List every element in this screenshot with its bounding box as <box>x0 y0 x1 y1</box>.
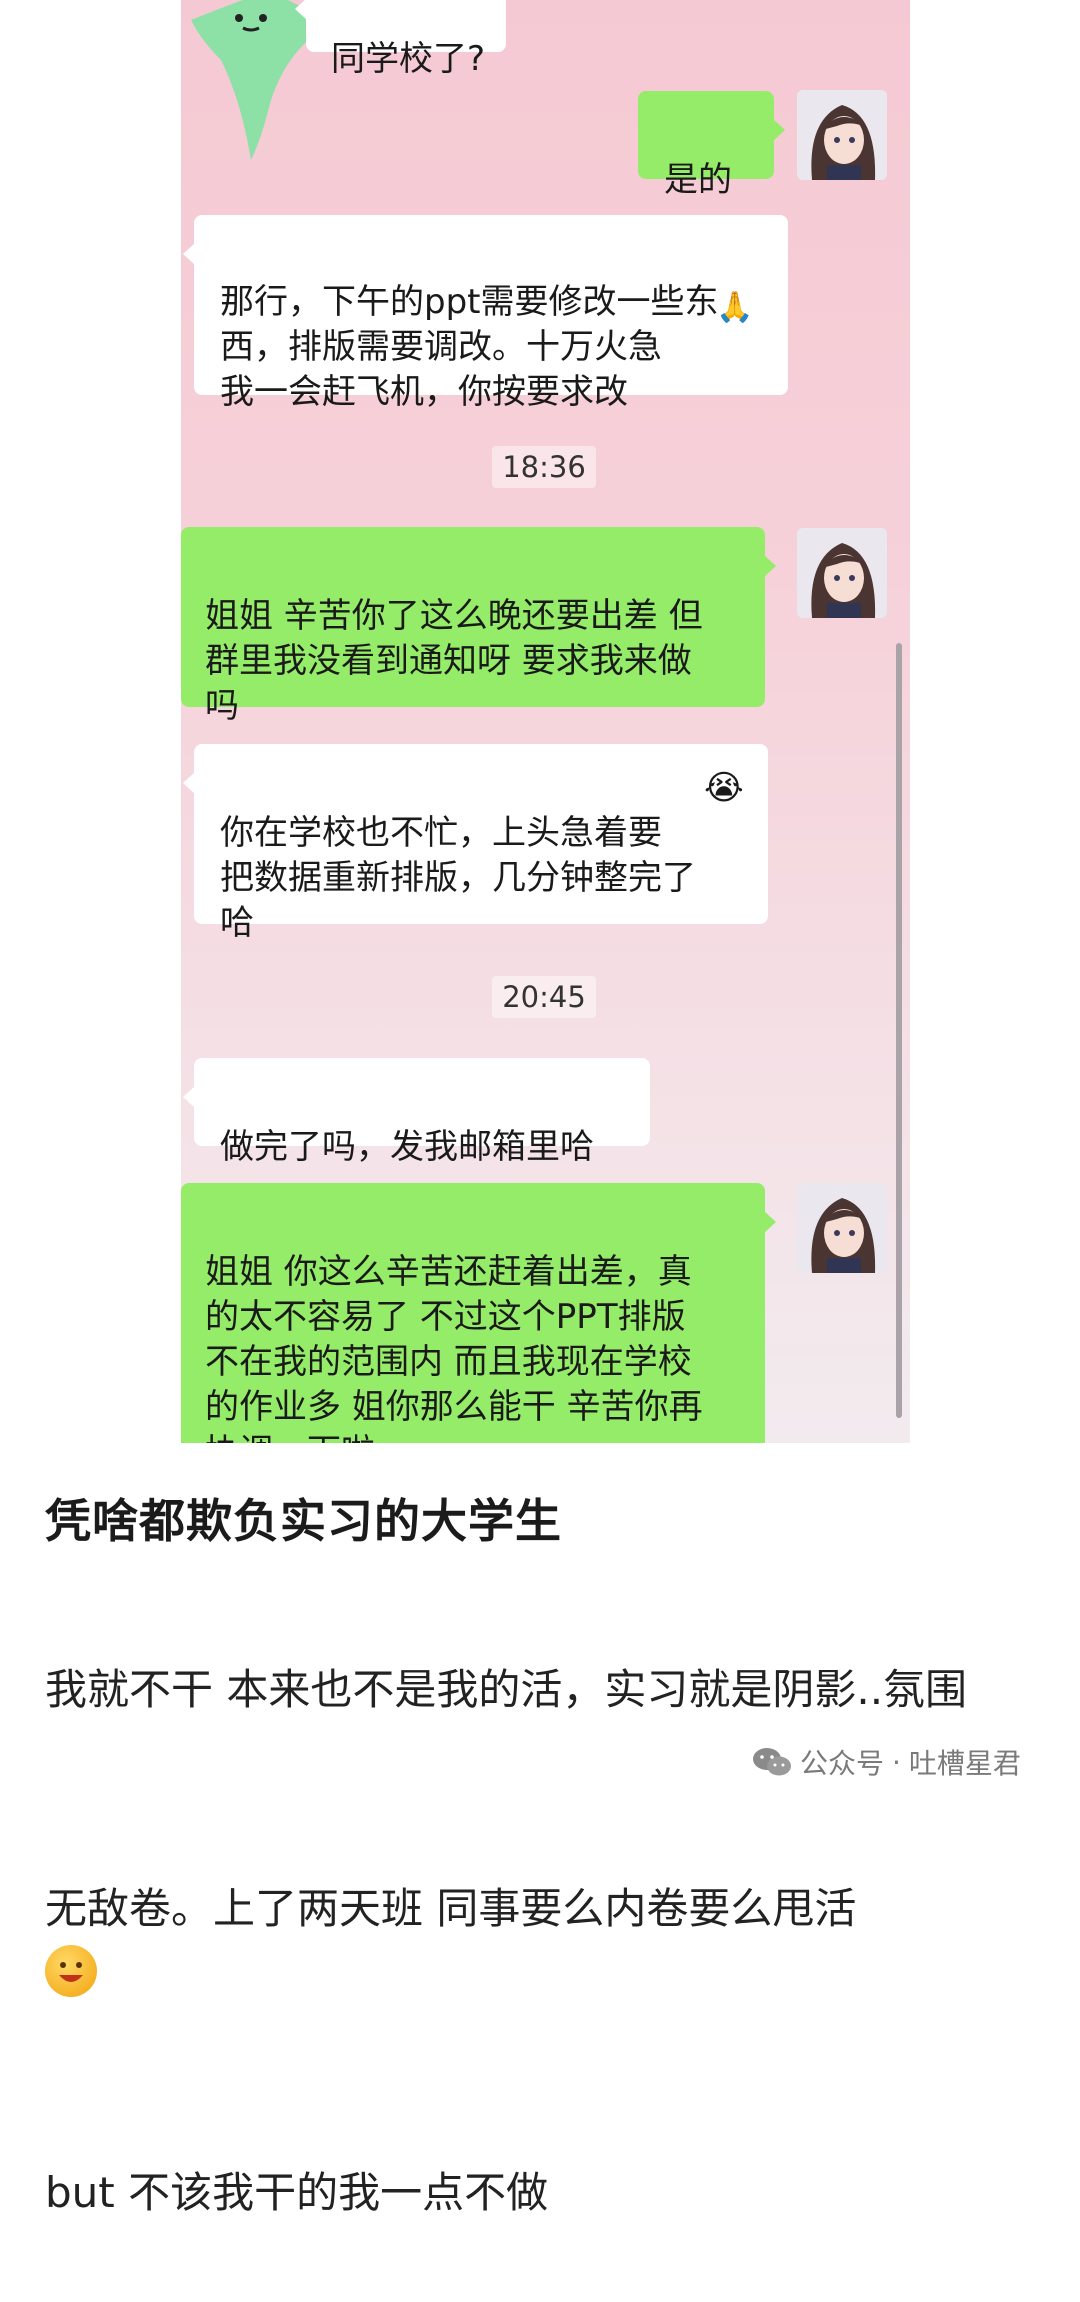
scrollbar[interactable] <box>896 643 902 1418</box>
message-bubble-outgoing[interactable]: 姐姐 你这么辛苦还赶着出差，真 的太不容易了 不过这个PPT排版 不在我的范围内… <box>181 1183 776 1443</box>
timestamp: 20:45 <box>424 976 664 1018</box>
chat-screenshot: 同学校了? 是的 那行，下午的ppt需要修改一些东 西，排版需要调改。十万火急 … <box>181 0 910 1443</box>
post-body: 我就不干 本来也不是我的活，实习就是阴影..氛围 无敌卷。上了两天班 同事要么内… <box>45 1580 1045 2302</box>
avatar[interactable] <box>797 90 887 180</box>
message-bubble-outgoing[interactable]: 是的 <box>638 91 785 200</box>
praying-hands-icon: 🙏 <box>716 290 754 325</box>
wechat-icon <box>753 1748 791 1776</box>
watermark: 公众号 · 吐槽星君 <box>752 1742 1021 1782</box>
anime-girl-avatar <box>797 1183 887 1273</box>
post-title: 凭啥都欺负实习的大学生 <box>45 1494 562 1548</box>
message-text: 姐姐 你这么辛苦还赶着出差，真 的太不容易了 不过这个PPT排版 不在我的范围内… <box>205 1252 703 1443</box>
post-body-line: but 不该我干的我一点不做 <box>45 2168 549 2217</box>
watermark-separator: · <box>892 1745 901 1779</box>
message-bubble-incoming[interactable]: 那行，下午的ppt需要修改一些东 西，排版需要调改。十万火急 我一会赶飞机，你按… <box>183 215 788 412</box>
message-text: 你在学校也不忙，上头急着要 把数据重新排版，几分钟整完了 哈 <box>220 813 696 943</box>
watermark-name: 吐槽星君 <box>908 1747 1021 1780</box>
avatar[interactable] <box>797 528 887 618</box>
avatar[interactable] <box>797 1183 887 1273</box>
anime-girl-avatar <box>797 528 887 618</box>
message-bubble-outgoing[interactable]: 姐姐 辛苦你了这么晚还要出差 但 群里我没看到通知呀 要求我来做 吗 <box>181 527 776 726</box>
post-body-line: 无敌卷。上了两天班 同事要么内卷要么甩活 <box>45 1799 1045 2083</box>
watermark-prefix: 公众号 <box>800 1747 885 1780</box>
message-bubble-incoming[interactable]: 你在学校也不忙，上头急着要 把数据重新排版，几分钟整完了 哈 😭 <box>183 744 768 943</box>
message-text: 那行，下午的ppt需要修改一些东 西，排版需要调改。十万火急 我一会赶飞机，你按… <box>220 282 719 412</box>
grinning-emoji-icon <box>45 1945 97 1997</box>
anime-girl-avatar <box>797 90 887 180</box>
message-text: 是的 <box>664 160 732 200</box>
message-text: 做完了吗，发我邮箱里哈 <box>220 1127 594 1167</box>
message-bubble-incoming[interactable]: 做完了吗，发我邮箱里哈 <box>183 1058 650 1167</box>
crying-laughing-emoji-icon: 😭 <box>704 768 744 808</box>
timestamp: 18:36 <box>424 446 664 488</box>
message-text: 同学校了? <box>331 39 486 79</box>
post-body-line: 我就不干 本来也不是我的活，实习就是阴影..氛围 <box>45 1665 968 1714</box>
message-text: 姐姐 辛苦你了这么晚还要出差 但 群里我没看到通知呀 要求我来做 吗 <box>205 596 703 726</box>
message-bubble-partial: 同学校了? <box>295 0 506 79</box>
